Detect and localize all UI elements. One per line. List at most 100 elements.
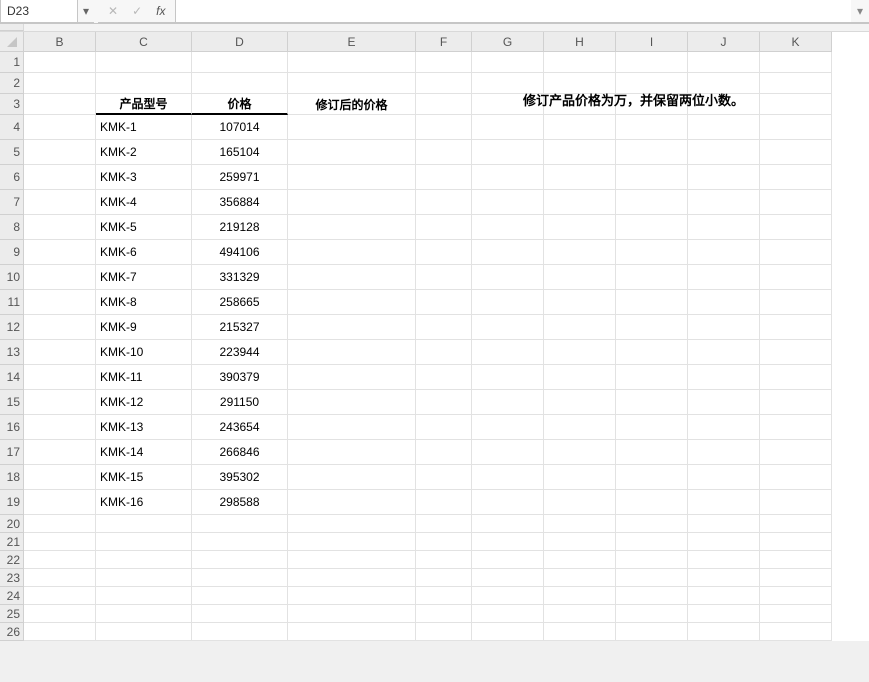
column-header-G[interactable]: G — [472, 32, 544, 52]
cell-E19[interactable] — [288, 490, 416, 515]
cell-C21[interactable] — [96, 533, 192, 551]
cell-K26[interactable] — [760, 623, 832, 641]
cell-I3[interactable] — [616, 94, 688, 115]
cell-F19[interactable] — [416, 490, 472, 515]
cell-E20[interactable] — [288, 515, 416, 533]
cell-C2[interactable] — [96, 73, 192, 94]
cell-H21[interactable] — [544, 533, 616, 551]
cell-C7[interactable]: KMK-4 — [96, 190, 192, 215]
cell-D5[interactable]: 165104 — [192, 140, 288, 165]
cell-D16[interactable]: 243654 — [192, 415, 288, 440]
cell-D26[interactable] — [192, 623, 288, 641]
cell-I5[interactable] — [616, 140, 688, 165]
cell-K6[interactable] — [760, 165, 832, 190]
cell-H5[interactable] — [544, 140, 616, 165]
cell-D3[interactable]: 价格 — [192, 94, 288, 115]
column-header-B[interactable]: B — [24, 32, 96, 52]
cell-E21[interactable] — [288, 533, 416, 551]
cell-K3[interactable] — [760, 94, 832, 115]
cell-J12[interactable] — [688, 315, 760, 340]
cell-C10[interactable]: KMK-7 — [96, 265, 192, 290]
cell-F11[interactable] — [416, 290, 472, 315]
cell-I20[interactable] — [616, 515, 688, 533]
cell-B26[interactable] — [24, 623, 96, 641]
cell-B24[interactable] — [24, 587, 96, 605]
cell-E22[interactable] — [288, 551, 416, 569]
cell-G24[interactable] — [472, 587, 544, 605]
cell-F13[interactable] — [416, 340, 472, 365]
row-header-6[interactable]: 6 — [0, 165, 24, 190]
formula-bar-expand[interactable]: ▾ — [851, 0, 869, 23]
cell-J1[interactable] — [688, 52, 760, 73]
cell-H14[interactable] — [544, 365, 616, 390]
cell-H9[interactable] — [544, 240, 616, 265]
cell-E9[interactable] — [288, 240, 416, 265]
cell-C18[interactable]: KMK-15 — [96, 465, 192, 490]
row-header-26[interactable]: 26 — [0, 623, 24, 641]
cell-D13[interactable]: 223944 — [192, 340, 288, 365]
cancel-icon[interactable]: ✕ — [108, 4, 118, 18]
cell-B13[interactable] — [24, 340, 96, 365]
cell-J6[interactable] — [688, 165, 760, 190]
cell-E12[interactable] — [288, 315, 416, 340]
cell-E10[interactable] — [288, 265, 416, 290]
cell-D14[interactable]: 390379 — [192, 365, 288, 390]
cell-K11[interactable] — [760, 290, 832, 315]
cell-J10[interactable] — [688, 265, 760, 290]
cell-C6[interactable]: KMK-3 — [96, 165, 192, 190]
row-header-7[interactable]: 7 — [0, 190, 24, 215]
column-header-J[interactable]: J — [688, 32, 760, 52]
column-header-C[interactable]: C — [96, 32, 192, 52]
cell-I15[interactable] — [616, 390, 688, 415]
cell-J2[interactable] — [688, 73, 760, 94]
cell-K21[interactable] — [760, 533, 832, 551]
cell-D2[interactable] — [192, 73, 288, 94]
cell-I25[interactable] — [616, 605, 688, 623]
row-header-14[interactable]: 14 — [0, 365, 24, 390]
cell-E3[interactable]: 修订后的价格 — [288, 94, 416, 115]
cell-H13[interactable] — [544, 340, 616, 365]
cell-H24[interactable] — [544, 587, 616, 605]
cell-H11[interactable] — [544, 290, 616, 315]
cell-J17[interactable] — [688, 440, 760, 465]
cell-C1[interactable] — [96, 52, 192, 73]
cell-J20[interactable] — [688, 515, 760, 533]
cell-K7[interactable] — [760, 190, 832, 215]
cell-K15[interactable] — [760, 390, 832, 415]
cell-I16[interactable] — [616, 415, 688, 440]
cell-C8[interactable]: KMK-5 — [96, 215, 192, 240]
cell-H6[interactable] — [544, 165, 616, 190]
cell-D18[interactable]: 395302 — [192, 465, 288, 490]
cell-H18[interactable] — [544, 465, 616, 490]
cell-B23[interactable] — [24, 569, 96, 587]
row-header-5[interactable]: 5 — [0, 140, 24, 165]
cell-K17[interactable] — [760, 440, 832, 465]
cell-F23[interactable] — [416, 569, 472, 587]
cell-D1[interactable] — [192, 52, 288, 73]
cell-E2[interactable] — [288, 73, 416, 94]
cell-G18[interactable] — [472, 465, 544, 490]
cell-J24[interactable] — [688, 587, 760, 605]
cell-E6[interactable] — [288, 165, 416, 190]
cell-H4[interactable] — [544, 115, 616, 140]
row-header-13[interactable]: 13 — [0, 340, 24, 365]
cell-E24[interactable] — [288, 587, 416, 605]
spreadsheet-grid[interactable]: BCDEFGHIJK123产品型号价格修订后的价格4KMK-11070145KM… — [0, 32, 869, 641]
cell-C14[interactable]: KMK-11 — [96, 365, 192, 390]
cell-D15[interactable]: 291150 — [192, 390, 288, 415]
cell-I22[interactable] — [616, 551, 688, 569]
cell-G21[interactable] — [472, 533, 544, 551]
row-header-11[interactable]: 11 — [0, 290, 24, 315]
cell-C26[interactable] — [96, 623, 192, 641]
cell-I26[interactable] — [616, 623, 688, 641]
cell-C19[interactable]: KMK-16 — [96, 490, 192, 515]
cell-E8[interactable] — [288, 215, 416, 240]
cell-F14[interactable] — [416, 365, 472, 390]
cell-F8[interactable] — [416, 215, 472, 240]
cell-I18[interactable] — [616, 465, 688, 490]
cell-G20[interactable] — [472, 515, 544, 533]
cell-C12[interactable]: KMK-9 — [96, 315, 192, 340]
cell-B3[interactable] — [24, 94, 96, 115]
cell-D4[interactable]: 107014 — [192, 115, 288, 140]
cell-G9[interactable] — [472, 240, 544, 265]
